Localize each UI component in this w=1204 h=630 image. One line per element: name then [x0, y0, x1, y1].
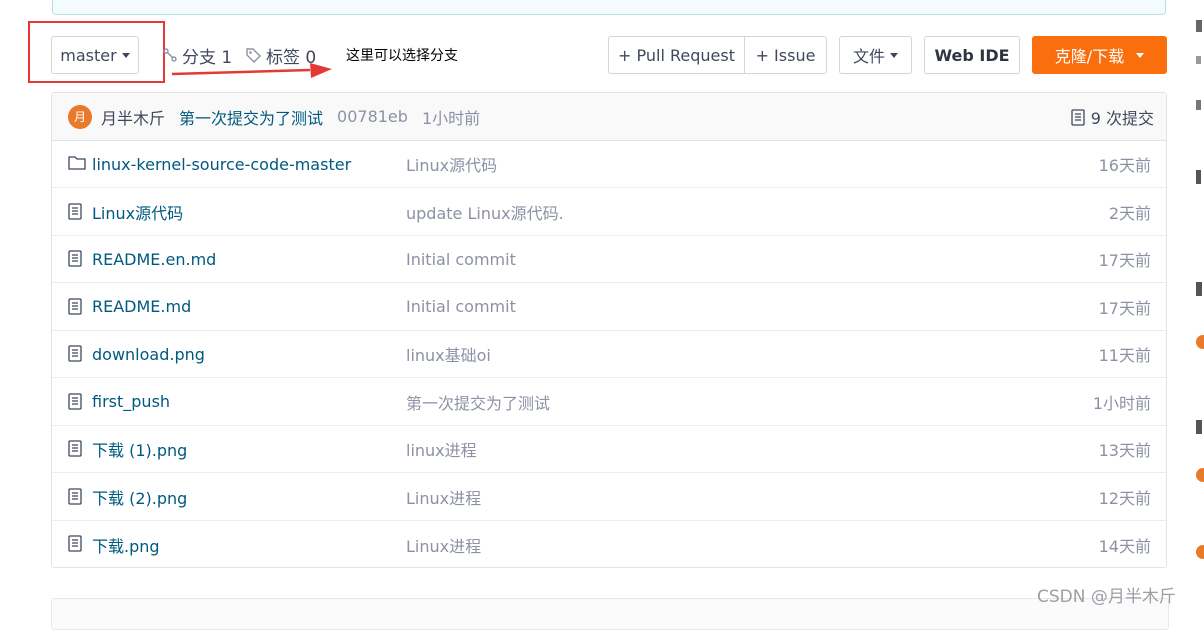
latest-commit-bar: 月 月半木斤 第一次提交为了测试 00781eb 1小时前 9 次提交 — [52, 93, 1166, 141]
readme-panel — [51, 598, 1169, 630]
file-icon — [68, 487, 82, 509]
file-commit-message-link[interactable]: Initial commit — [406, 297, 516, 316]
file-icon — [68, 440, 82, 461]
branch-icon — [163, 48, 177, 62]
pull-request-button[interactable]: + Pull Request — [608, 36, 745, 74]
watermark: CSDN @月半木斤 — [1037, 587, 1176, 607]
file-commit-message-link[interactable]: Initial commit — [406, 250, 516, 269]
file-menu-label: 文件 — [852, 47, 885, 66]
table-row[interactable]: README.en.md Initial commit 17天前 — [52, 236, 1166, 283]
table-row[interactable]: download.png linux基础oi 11天前 — [52, 331, 1166, 378]
top-banner — [52, 0, 1166, 15]
chevron-down-icon — [1136, 52, 1145, 58]
file-commit-message-link[interactable]: Linux进程 — [406, 533, 481, 557]
file-commit-message-link[interactable]: linux进程 — [406, 437, 477, 461]
file-icon — [68, 345, 82, 366]
file-commit-message-link[interactable]: Linux源代码 — [406, 152, 497, 176]
folder-icon — [68, 155, 86, 174]
file-time: 13天前 — [1098, 441, 1151, 460]
file-icon — [68, 392, 82, 414]
annotation-text: 这里可以选择分支 — [346, 48, 458, 64]
file-time: 2天前 — [1108, 203, 1151, 223]
commit-count-label: 9 次提交 — [1090, 109, 1154, 128]
file-name-link[interactable]: 下载.png — [92, 533, 160, 557]
file-commit-message-link[interactable]: 第一次提交为了测试 — [406, 390, 550, 414]
commit-hash[interactable]: 00781eb — [337, 107, 408, 126]
file-name-link[interactable]: linux-kernel-source-code-master — [92, 155, 351, 174]
web-ide-button[interactable]: Web IDE — [924, 36, 1020, 74]
table-row[interactable]: 下载 (1).png linux进程 13天前 — [52, 426, 1166, 473]
avatar[interactable]: 月 — [68, 104, 92, 129]
file-time: 17天前 — [1098, 298, 1151, 318]
file-time: 14天前 — [1098, 536, 1151, 556]
clone-download-button[interactable]: 克隆/下载 — [1032, 36, 1167, 74]
file-icon — [68, 250, 82, 271]
table-row[interactable]: Linux源代码 update Linux源代码. 2天前 — [52, 189, 1166, 236]
chevron-down-icon — [890, 52, 898, 58]
right-edge-fragment — [1190, 0, 1204, 613]
table-row[interactable]: linux-kernel-source-code-master Linux源代码 1… — [52, 141, 1166, 188]
file-time: 1小时前 — [1092, 393, 1151, 413]
file-name-link[interactable]: download.png — [92, 345, 205, 364]
file-icon — [68, 535, 82, 556]
file-time: 11天前 — [1098, 346, 1151, 365]
file-time: 16天前 — [1098, 156, 1151, 175]
file-name-link[interactable]: 下载 (1).png — [92, 437, 187, 461]
table-row[interactable]: 下载.png Linux进程 14天前 — [52, 521, 1166, 568]
file-list-panel: 月 月半木斤 第一次提交为了测试 00781eb 1小时前 9 次提交 linu… — [51, 92, 1167, 568]
annotation-highlight-box — [28, 21, 165, 83]
commit-time: 1小时前 — [421, 108, 481, 128]
clone-download-label: 克隆/下载 — [1054, 47, 1125, 66]
file-name-link[interactable]: Linux源代码 — [92, 200, 183, 224]
file-icon — [68, 297, 82, 319]
annotation-arrow-icon — [171, 63, 332, 78]
tag-icon — [246, 47, 261, 63]
file-name-link[interactable]: first_push — [92, 392, 170, 411]
table-row[interactable]: README.md Initial commit 17天前 — [52, 284, 1166, 331]
commits-icon — [1071, 108, 1085, 126]
file-commit-message-link[interactable]: update Linux源代码. — [406, 200, 564, 224]
commit-message-link[interactable]: 第一次提交为了测试 — [179, 105, 323, 129]
commit-author[interactable]: 月半木斤 — [101, 105, 165, 129]
commit-count-link[interactable]: 9 次提交 — [1071, 93, 1154, 141]
file-name-link[interactable]: 下载 (2).png — [92, 485, 187, 509]
table-row[interactable]: 下载 (2).png Linux进程 12天前 — [52, 474, 1166, 521]
table-row[interactable]: first_push 第一次提交为了测试 1小时前 — [52, 379, 1166, 426]
file-name-link[interactable]: README.en.md — [92, 250, 216, 269]
issue-button[interactable]: + Issue — [745, 36, 827, 74]
file-time: 12天前 — [1098, 488, 1151, 508]
file-commit-message-link[interactable]: linux基础oi — [406, 342, 491, 366]
file-commit-message-link[interactable]: Linux进程 — [406, 485, 481, 509]
file-menu-button[interactable]: 文件 — [839, 36, 912, 74]
file-time: 17天前 — [1098, 251, 1151, 270]
file-icon — [68, 202, 82, 224]
file-name-link[interactable]: README.md — [92, 297, 191, 316]
